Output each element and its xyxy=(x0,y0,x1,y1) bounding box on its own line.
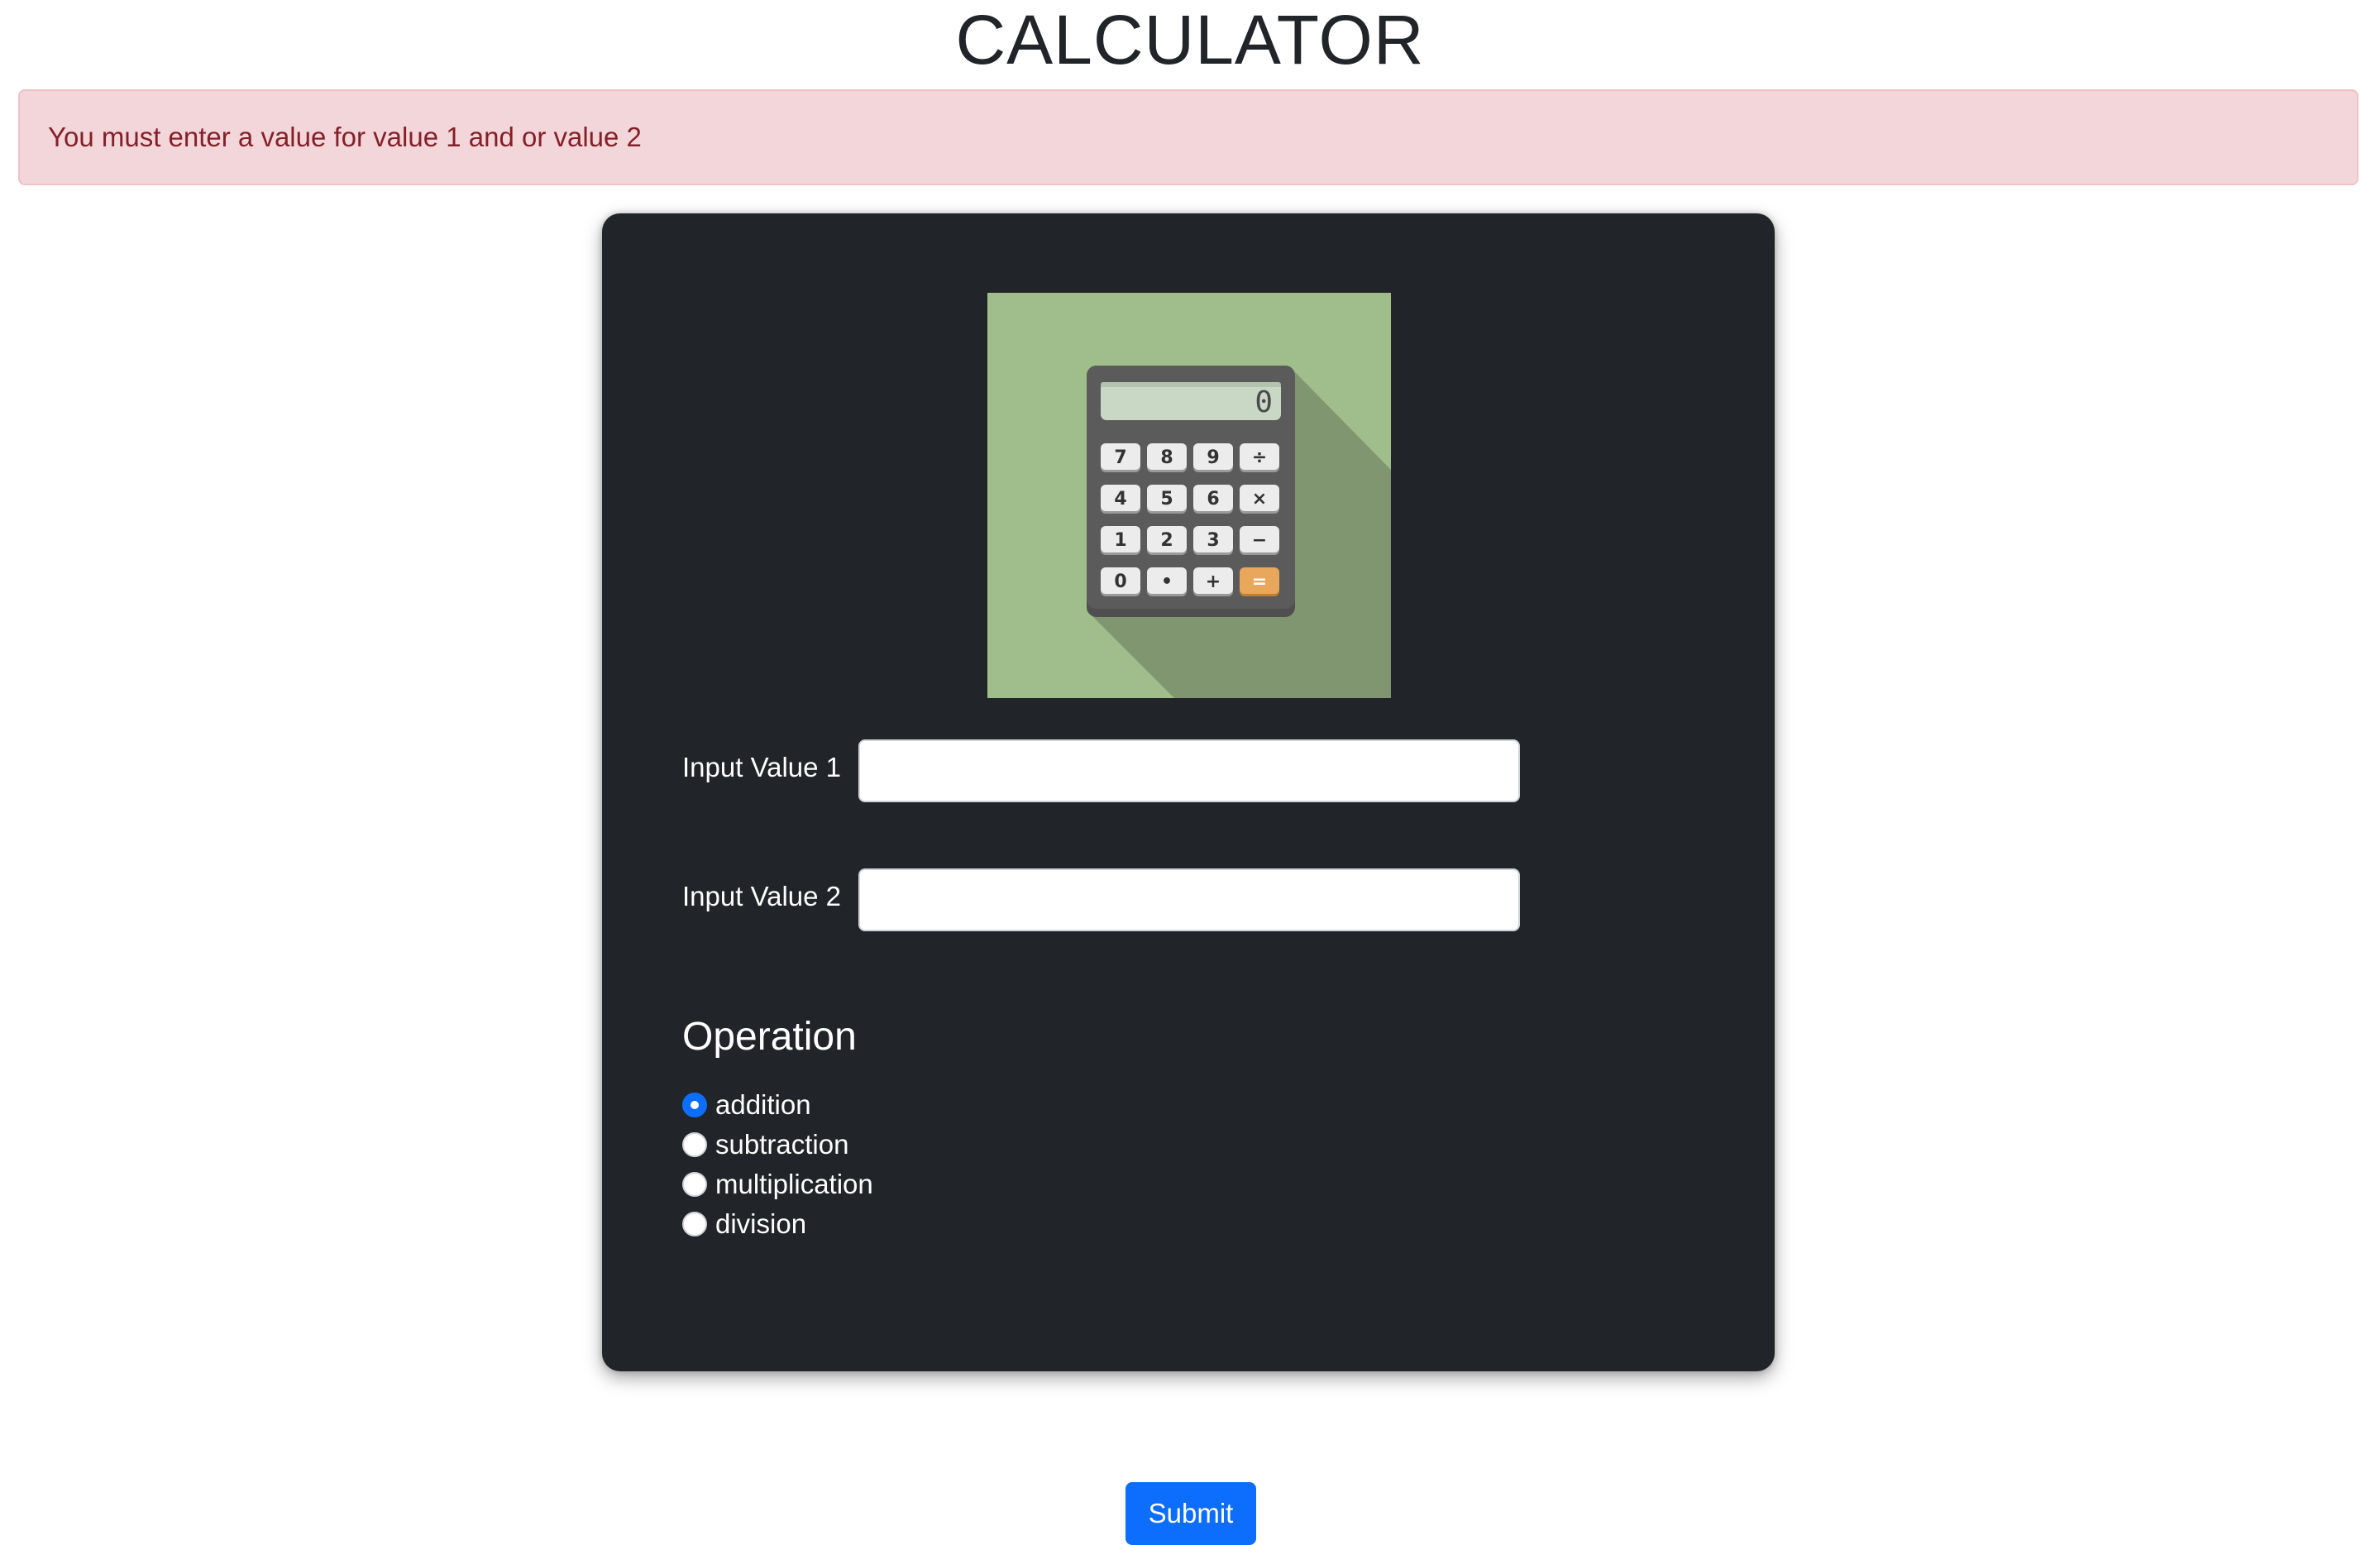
radio-multiplication-button[interactable] xyxy=(682,1172,707,1197)
radio-option-addition[interactable]: addition xyxy=(682,1085,811,1125)
input-value-2-label: Input Value 2 xyxy=(682,881,842,911)
calculator-key-label: 7 xyxy=(1114,447,1126,468)
radio-option-subtraction[interactable]: subtraction xyxy=(682,1125,848,1165)
calculator-key-label: 9 xyxy=(1207,447,1219,468)
calculator-key-label: 3 xyxy=(1207,530,1219,551)
calculator-key-label: × xyxy=(1252,489,1267,509)
calculator-key-label: 1 xyxy=(1114,530,1126,551)
error-alert: You must enter a value for value 1 and o… xyxy=(18,89,2358,185)
input-value-1-field[interactable] xyxy=(858,739,1520,802)
calculator-display-digit: 0 xyxy=(1255,385,1273,419)
radio-option-multiplication[interactable]: multiplication xyxy=(682,1165,873,1204)
radio-subtraction-label[interactable]: subtraction xyxy=(715,1129,848,1160)
calculator-key-label: + xyxy=(1206,572,1221,592)
calculator-key-label: 8 xyxy=(1160,447,1173,468)
page-title: CALCULATOR xyxy=(955,1,1425,79)
calculator-illustration: 7 8 9 ÷ 4 5 6 × 1 2 3 − 0 • + = 0 xyxy=(987,293,1391,698)
radio-multiplication-label[interactable]: multiplication xyxy=(715,1169,873,1200)
submit-button[interactable]: Submit xyxy=(1125,1482,1256,1545)
calculator-key-label: 5 xyxy=(1160,489,1173,509)
input-value-1-label: Input Value 1 xyxy=(682,752,842,782)
calculator-key-label: 2 xyxy=(1160,530,1173,551)
radio-division-button[interactable] xyxy=(682,1212,707,1236)
calculator-card: 7 8 9 ÷ 4 5 6 × 1 2 3 − 0 • + = 0 Input Value 1 Input Va… xyxy=(602,213,1775,1545)
calculator-key-label: 6 xyxy=(1207,489,1219,509)
calculator-key-label: = xyxy=(1252,572,1267,592)
radio-option-division[interactable]: division xyxy=(682,1204,806,1244)
calculator-key-label: ÷ xyxy=(1252,447,1267,468)
calculator-key-label: 4 xyxy=(1114,489,1126,509)
calculator-key-label: − xyxy=(1252,530,1267,551)
operation-heading: Operation xyxy=(682,1015,857,1059)
radio-addition-label[interactable]: addition xyxy=(715,1089,811,1121)
error-alert-message: You must enter a value for value 1 and o… xyxy=(48,122,642,152)
radio-subtraction-button[interactable] xyxy=(682,1132,707,1157)
input-value-2-field[interactable] xyxy=(858,868,1520,931)
radio-addition-button[interactable] xyxy=(682,1093,707,1117)
radio-division-label[interactable]: division xyxy=(715,1208,806,1240)
calculator-key-label: • xyxy=(1161,572,1173,592)
calculator-key-label: 0 xyxy=(1114,572,1126,592)
